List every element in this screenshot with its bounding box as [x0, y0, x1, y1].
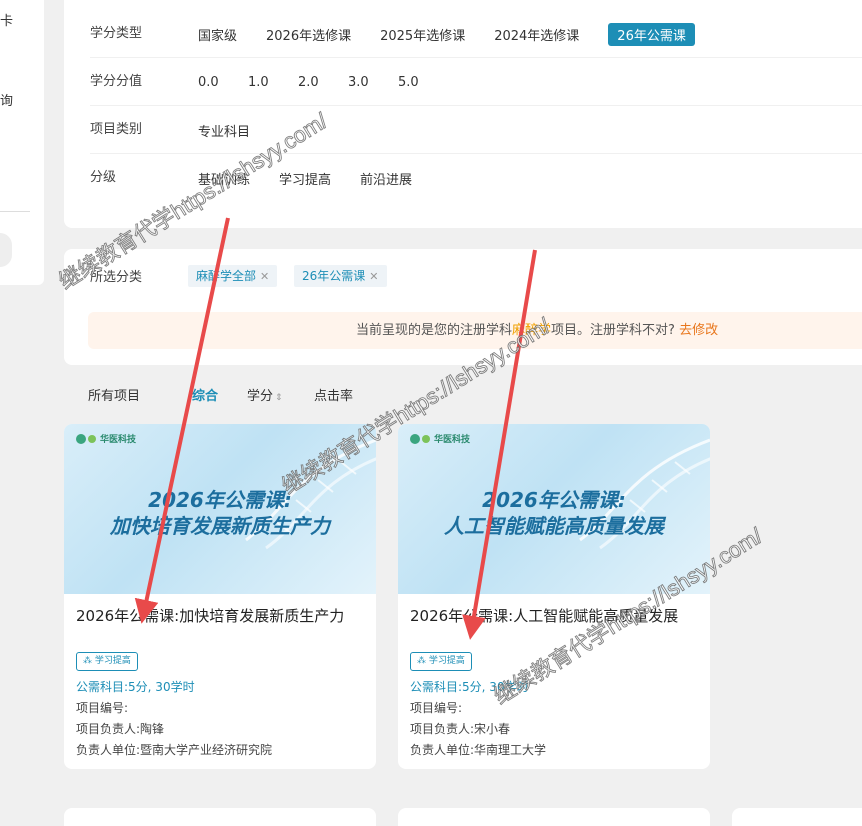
filter-option-credit-3[interactable]: 3.0: [348, 75, 398, 90]
filter-option-basic[interactable]: 基础训练: [198, 169, 250, 188]
filter-option-credit-1[interactable]: 1.0: [248, 75, 298, 90]
brand-logo-text: 华医科技: [100, 435, 137, 445]
cover-title-line2: 人工智能赋能高质量发展: [444, 514, 664, 538]
project-card-next-row[interactable]: [732, 808, 862, 826]
sort-clicks[interactable]: 点击率: [314, 385, 353, 404]
filter-label-credit-type: 学分类型: [90, 26, 143, 41]
filter-option-credit-5[interactable]: 5.0: [398, 75, 448, 90]
filter-label-category: 项目类别: [90, 122, 143, 137]
filter-option-2024-elective[interactable]: 2024年选修课: [494, 25, 579, 44]
brand-logo: 华医科技: [76, 432, 136, 445]
filter-option-national[interactable]: 国家级: [198, 25, 237, 44]
cover-title-line1: 2026年公需课:: [148, 488, 292, 512]
sidebar-divider: [0, 211, 30, 212]
brand-logo: 华医科技: [410, 432, 470, 445]
brand-logo-text: 华医科技: [434, 435, 471, 445]
filter-row-level: 分级 基础训练 学习提高 前沿进展: [90, 154, 862, 202]
project-card[interactable]: 华医科技 2026年公需课: 人工智能赋能高质量发展 2026年公需课:人工智能…: [398, 424, 710, 769]
card-cover-image[interactable]: 华医科技 2026年公需课: 加快培育发展新质生产力: [64, 424, 376, 594]
card-leader: 项目负责人:宋小春: [410, 722, 511, 736]
card-project-code: 项目编号:: [76, 701, 129, 715]
selected-tag-26-public[interactable]: 26年公需课 ✕: [294, 265, 387, 287]
filter-option-frontier[interactable]: 前沿进展: [360, 169, 412, 188]
filter-options-credit-type: 国家级 2026年选修课 2025年选修课 2024年选修课 26年公需课: [198, 10, 724, 58]
filter-option-improve[interactable]: 学习提高: [279, 169, 331, 188]
card-project-code: 项目编号:: [410, 701, 463, 715]
sort-arrows-icon: ⇕: [275, 393, 283, 403]
person-icon: ⁂: [417, 656, 429, 666]
filter-option-credit-2[interactable]: 2.0: [298, 75, 348, 90]
filter-option-2025-elective[interactable]: 2025年选修课: [380, 25, 465, 44]
filter-row-category: 项目类别 专业科目: [90, 106, 862, 154]
level-badge: ⁂ 学习提高: [76, 652, 138, 671]
selected-categories-panel: 所选分类 麻醉学全部 ✕ 26年公需课 ✕ 当前呈现的是您的注册学科麻醉学项目。注册…: [64, 249, 862, 365]
sort-credit-label: 学分: [247, 389, 274, 404]
sort-overall[interactable]: 综合: [192, 385, 218, 404]
filter-options-credit-value: 0.0 1.0 2.0 3.0 5.0: [198, 58, 448, 106]
cover-title-line2: 加快培育发展新质生产力: [110, 514, 330, 538]
card-leader: 项目负责人:陶锋: [76, 722, 165, 736]
card-unit: 负责人单位:华南理工大学: [410, 743, 547, 757]
level-badge: ⁂ 学习提高: [410, 652, 472, 671]
sidebar-pill-button[interactable]: [0, 233, 12, 267]
filter-row-credit-type: 学分类型 国家级 2026年选修课 2025年选修课 2024年选修课 26年公…: [90, 10, 862, 58]
filter-option-professional[interactable]: 专业科目: [198, 121, 250, 140]
card-credit: 公需科目:5分, 30学时: [410, 680, 529, 694]
project-card-next-row[interactable]: [398, 808, 710, 826]
filter-options-level: 基础训练 学习提高 前沿进展: [198, 154, 441, 202]
notice-subject: 麻醉学: [512, 323, 552, 338]
person-icon: ⁂: [83, 656, 95, 666]
filter-option-credit-0[interactable]: 0.0: [198, 75, 248, 90]
sidebar-fragment-top[interactable]: 卡: [0, 10, 13, 29]
sort-all-projects[interactable]: 所有项目: [88, 385, 140, 404]
selected-tag-label: 26年公需课: [302, 269, 366, 283]
sidebar-fragment-mid[interactable]: 询: [0, 90, 13, 109]
filter-row-credit-value: 学分分值 0.0 1.0 2.0 3.0 5.0: [90, 58, 862, 106]
filter-option-26-public[interactable]: 26年公需课: [608, 22, 695, 46]
card-cover-image[interactable]: 华医科技 2026年公需课: 人工智能赋能高质量发展: [398, 424, 710, 594]
filter-panel: 学分类型 国家级 2026年选修课 2025年选修课 2024年选修课 26年公…: [64, 0, 862, 228]
selected-tag-label: 麻醉学全部: [196, 269, 257, 283]
filter-label-credit-value: 学分分值: [90, 74, 143, 89]
left-sidebar: 卡 询: [0, 0, 44, 285]
card-title[interactable]: 2026年公需课:加快培育发展新质生产力: [76, 606, 366, 626]
filter-options-category: 专业科目: [198, 106, 279, 154]
card-credit: 公需科目:5分, 30学时: [76, 680, 195, 694]
notice-text: 当前呈现的是您的注册学科: [356, 323, 513, 338]
project-card[interactable]: 华医科技 2026年公需课: 加快培育发展新质生产力 2026年公需课:加快培育…: [64, 424, 376, 769]
selected-tag-anesthesiology[interactable]: 麻醉学全部 ✕: [188, 265, 278, 287]
filter-option-2026-elective[interactable]: 2026年选修课: [266, 25, 351, 44]
subject-notice-bar: 当前呈现的是您的注册学科麻醉学项目。注册学科不对? 去修改: [88, 312, 862, 349]
card-title[interactable]: 2026年公需课:人工智能赋能高质量发展: [410, 606, 700, 626]
close-icon[interactable]: ✕: [260, 270, 269, 283]
cover-title-line1: 2026年公需课:: [482, 488, 626, 512]
filter-label-level: 分级: [90, 170, 117, 185]
notice-text-mid: 项目。注册学科不对?: [551, 323, 675, 338]
level-badge-label: 学习提高: [428, 656, 465, 666]
change-subject-link[interactable]: 去修改: [679, 323, 718, 338]
close-icon[interactable]: ✕: [369, 270, 378, 283]
level-badge-label: 学习提高: [94, 656, 131, 666]
card-unit: 负责人单位:暨南大学产业经济研究院: [76, 743, 273, 757]
sort-credit[interactable]: 学分 ⇕: [247, 385, 283, 404]
selected-categories-label: 所选分类: [90, 270, 143, 285]
project-card-next-row[interactable]: [64, 808, 376, 826]
